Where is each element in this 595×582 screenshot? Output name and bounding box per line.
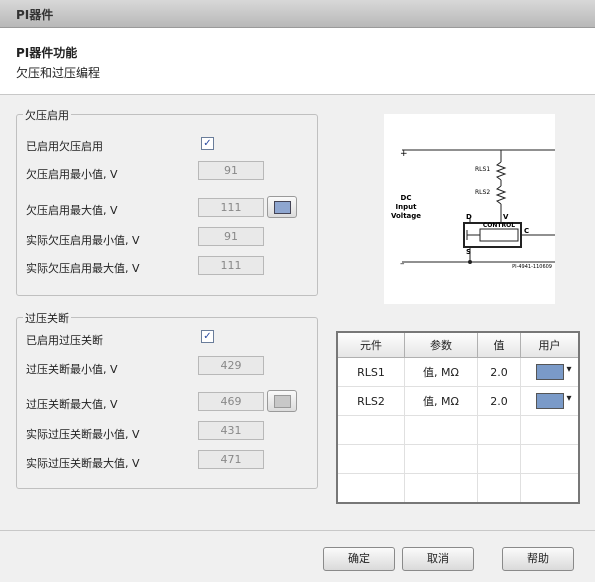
uv-enable-label: 已启用欠压启用 [26,140,103,153]
cell-value[interactable]: 2.0 [477,386,521,416]
page-subtitle: 欠压和过压编程 [16,66,101,80]
cell-element: RLS2 [336,386,405,416]
cell-user [520,357,580,387]
uv-group-legend: 欠压启用 [23,107,71,123]
diagram-voltage: Voltage [391,212,421,220]
uv-min-field[interactable]: 91 [198,161,264,180]
uv-actual-min-label: 实际欠压启用最小值, V [26,234,140,247]
cell-user [520,386,580,416]
cell-element: RLS1 [336,357,405,387]
page-header: PI器件功能 欠压和过压编程 [0,28,595,95]
table-row-empty [336,444,580,474]
uv-actual-max-field: 111 [198,256,264,275]
calculator-dropdown-icon[interactable] [535,364,572,380]
diagram-s: S [466,248,471,256]
diagram-dc: DC [401,194,412,202]
ov-actual-max-field: 471 [198,450,264,469]
diagram-plus: + [400,149,408,159]
dialog-footer: 确定 取消 帮助 [0,530,595,582]
checkbox-checked-icon: ✓ [203,331,212,342]
window-titlebar: PI器件 [0,0,595,28]
cancel-button[interactable]: 取消 [402,547,474,571]
calculator-dropdown-icon[interactable] [535,393,572,409]
component-table: 元件 参数 值 用户 RLS1 值, MΩ 2.0 RLS2 值, MΩ 2.0 [336,331,580,504]
table-row-empty [336,415,580,445]
table-row-empty [336,473,580,504]
diagram-rls2: RLS2 [475,189,490,196]
ov-actual-min-field: 431 [198,421,264,440]
diagram-v: V [503,213,509,221]
ov-enable-checkbox[interactable]: ✓ [201,330,214,343]
ov-min-field[interactable]: 429 [198,356,264,375]
ov-max-label: 过压关断最大值, V [26,398,118,411]
page-title: PI器件功能 [16,46,78,60]
diagram-c: C [524,227,529,235]
ov-enable-label: 已启用过压关断 [26,334,103,347]
diagram-minus: – [400,259,405,269]
col-header-value: 值 [477,331,521,358]
uv-actual-min-field: 91 [198,227,264,246]
diagram-control: CONTROL [483,222,515,229]
ov-max-field[interactable]: 469 [198,392,264,411]
diagram-code: PI-4941-110609 [512,264,552,270]
junction-dot [468,260,472,264]
uv-max-label: 欠压启用最大值, V [26,204,118,217]
uv-calc-button[interactable] [267,196,297,218]
ov-actual-min-label: 实际过压关断最小值, V [26,428,140,441]
checkbox-checked-icon: ✓ [203,138,212,149]
ov-calc-button[interactable] [267,390,297,412]
col-header-user: 用户 [520,331,580,358]
calculator-icon [274,395,291,408]
col-header-param: 参数 [404,331,478,358]
cell-param: 值, MΩ [404,357,478,387]
ov-min-label: 过压关断最小值, V [26,363,118,376]
uv-enable-checkbox[interactable]: ✓ [201,137,214,150]
table-row: RLS1 值, MΩ 2.0 [336,357,580,387]
circuit-diagram: + – DC Input Voltage RLS1 RLS2 D V S C C… [384,114,555,304]
window-title: PI器件 [16,8,54,22]
col-header-element: 元件 [336,331,405,358]
cell-value[interactable]: 2.0 [477,357,521,387]
circuit-svg: + – DC Input Voltage RLS1 RLS2 D V S C C… [391,149,555,270]
help-button[interactable]: 帮助 [502,547,574,571]
table-row: RLS2 值, MΩ 2.0 [336,386,580,416]
table-header-row: 元件 参数 值 用户 [336,331,580,358]
diagram-rls1: RLS1 [475,166,490,173]
uv-min-label: 欠压启用最小值, V [26,168,118,181]
diagram-d: D [466,213,472,221]
diagram-input: Input [396,203,418,211]
ov-actual-max-label: 实际过压关断最大值, V [26,457,140,470]
uv-actual-max-label: 实际欠压启用最大值, V [26,262,140,275]
uv-max-field[interactable]: 111 [198,198,264,217]
cell-param: 值, MΩ [404,386,478,416]
ov-group-legend: 过压关断 [23,310,71,326]
calculator-icon [274,201,291,214]
ok-button[interactable]: 确定 [323,547,395,571]
